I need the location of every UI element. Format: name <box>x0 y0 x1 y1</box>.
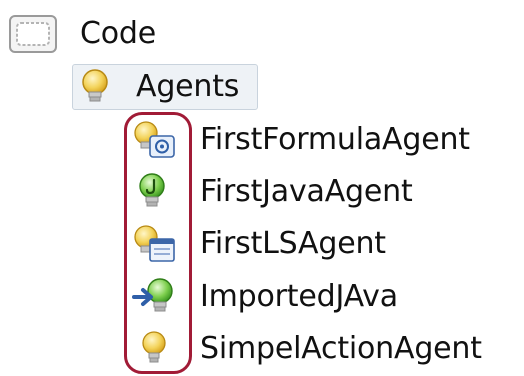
tree-node-label: Code <box>80 16 157 51</box>
tree-node-label: FirstFormulaAgent <box>200 122 470 157</box>
tree-node-label: FirstJavaAgent <box>200 174 413 209</box>
tree-node-label: ImportedJAva <box>200 279 398 314</box>
tree-node-label: SimpelActionAgent <box>200 331 482 366</box>
tree-node-label: FirstLSAgent <box>200 226 386 261</box>
tree-node-agents[interactable]: Agents <box>72 64 258 110</box>
tree-node-label: Agents <box>136 69 240 104</box>
lightbulb-icon <box>82 69 108 102</box>
annotation-outline <box>124 112 192 374</box>
tree-node-code[interactable]: Code <box>8 10 208 58</box>
code-folder-icon <box>9 15 57 53</box>
